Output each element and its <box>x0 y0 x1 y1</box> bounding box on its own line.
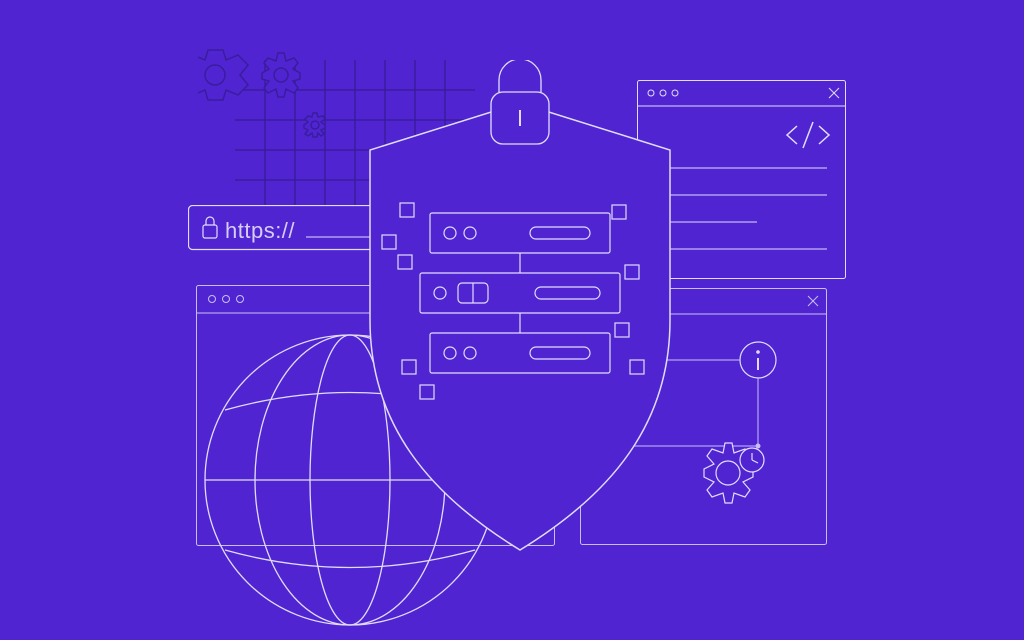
security-illustration: https:// <box>0 0 1024 596</box>
url-protocol-text: https:// <box>225 218 295 244</box>
lock-icon <box>485 60 555 150</box>
server-stack <box>380 195 670 415</box>
clock-icon <box>740 448 764 472</box>
gear-icon <box>198 45 338 165</box>
info-icon <box>740 342 776 378</box>
